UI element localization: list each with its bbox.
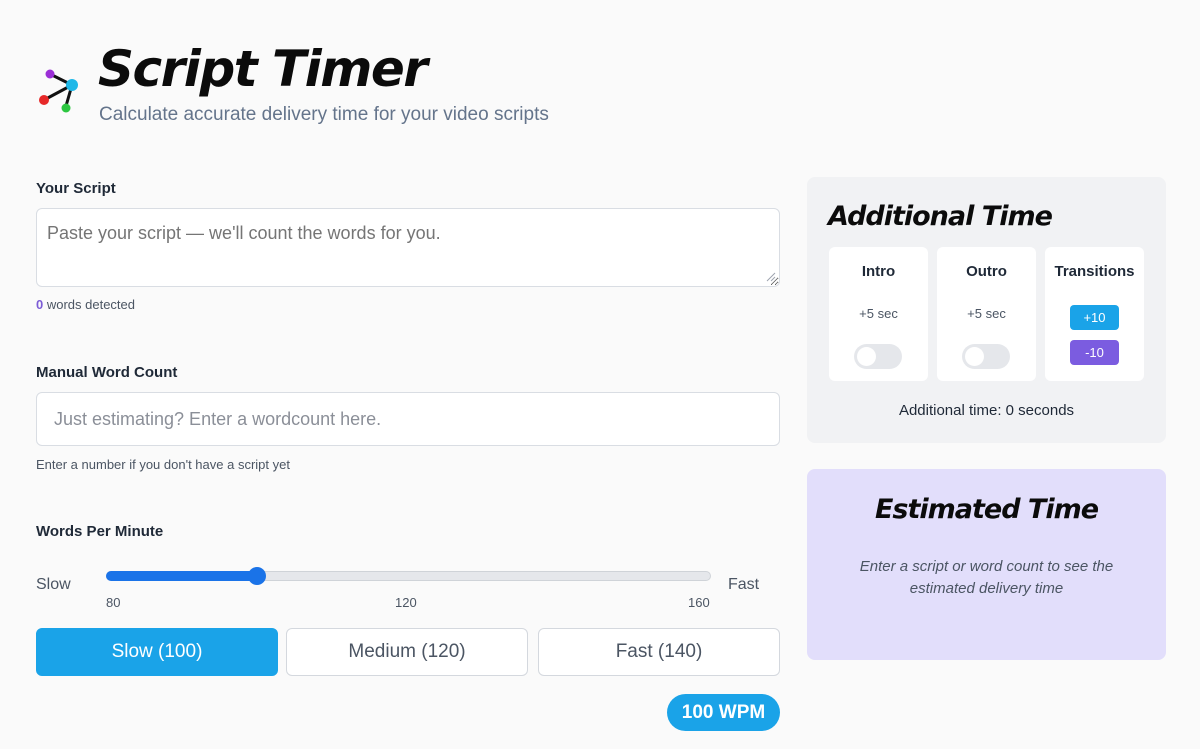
transitions-title: Transitions [1054,263,1135,280]
slider-tick-mid: 120 [395,595,417,610]
page-title: Script Timer [98,40,428,98]
additional-time-title: Additional Time [828,201,1053,232]
intro-toggle[interactable] [854,344,902,369]
slider-fast-label: Fast [728,576,760,593]
script-label: Your Script [36,180,116,197]
page-subtitle: Calculate accurate delivery time for you… [99,104,549,125]
slider-slow-label: Slow [36,576,71,593]
slider-tick-max: 160 [688,595,710,610]
outro-title: Outro [966,263,1007,280]
wpm-badge: 100 WPM [667,694,780,731]
estimated-time-message-line1: Enter a script or word count to see the [859,558,1114,575]
logo-icon [39,69,78,113]
transitions-minus-button[interactable]: -10 [1070,340,1119,365]
additional-time-total: Additional time: 0 seconds [898,402,1075,419]
words-detected-suffix: words detected [43,297,136,312]
manual-count-input[interactable] [36,392,780,446]
manual-count-helper: Enter a number if you don't have a scrip… [36,457,290,472]
estimated-time-title: Estimated Time [874,494,1099,525]
wpm-label: Words Per Minute [36,523,164,540]
words-detected: 0 words detected [36,297,135,312]
outro-toggle[interactable] [962,344,1010,369]
script-textarea[interactable] [36,208,780,287]
transitions-plus-button[interactable]: +10 [1070,305,1119,330]
wpm-slider-fill [106,571,258,581]
intro-sub: +5 sec [859,306,898,321]
intro-toggle-knob [857,347,876,366]
preset-medium-button[interactable]: Medium (120) [286,628,528,676]
preset-fast-button[interactable]: Fast (140) [538,628,780,676]
estimated-time-message: Enter a script or word count to see the … [807,556,1166,600]
outro-toggle-knob [965,347,984,366]
intro-title: Intro [861,263,896,280]
resize-grip-icon[interactable] [766,272,776,282]
manual-count-label: Manual Word Count [36,364,178,381]
slider-tick-min: 80 [106,595,121,610]
estimated-time-message-line2: estimated delivery time [909,580,1064,597]
preset-slow-button[interactable]: Slow (100) [36,628,278,676]
outro-sub: +5 sec [967,306,1006,321]
